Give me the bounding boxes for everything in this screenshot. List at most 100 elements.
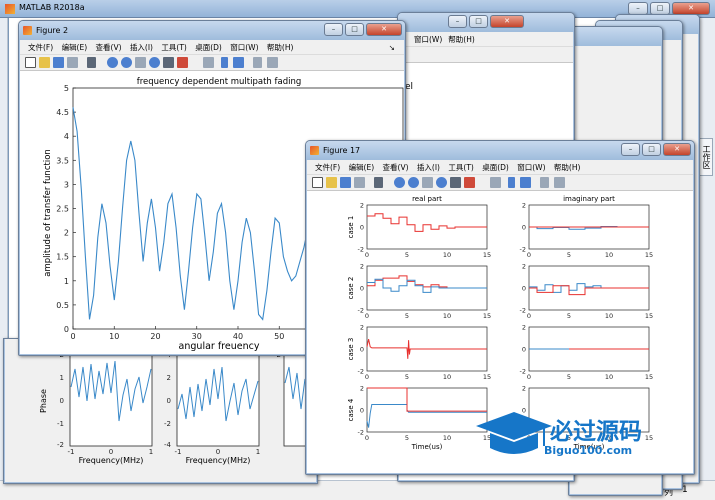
save-icon[interactable] [53, 57, 64, 68]
print-icon[interactable] [67, 57, 78, 68]
figure-17-close-button[interactable]: ✕ [663, 143, 691, 156]
subplot-3-ytick-2: 2 [360, 263, 364, 271]
subplot-6-ytick--2: -2 [520, 368, 526, 376]
fading-chart-xlabel: angular freuency [179, 341, 260, 352]
matlab-icon [5, 4, 15, 14]
fig2-menu-insert[interactable]: 插入(I) [127, 40, 156, 55]
phase-plot-1-box [69, 351, 153, 447]
phase-ytick-m1: -1 [57, 420, 64, 428]
figure-2-minimize-button[interactable]: – [324, 23, 343, 36]
fig2-menu-file[interactable]: 文件(F) [25, 40, 56, 55]
phase-xlabel-1: Frequency(MHz) [79, 456, 144, 465]
hide-plot-tools-icon[interactable] [540, 177, 549, 188]
subplot-7-ytick-2: 2 [360, 385, 364, 393]
y-tick-label-0: 0 [64, 325, 69, 334]
legend-icon[interactable] [520, 177, 531, 188]
fig2-menu-help[interactable]: 帮助(H) [264, 40, 297, 55]
show-plot-tools-icon[interactable] [554, 177, 565, 188]
data-cursor-icon[interactable] [450, 177, 461, 188]
subplot-1-xtick-15: 15 [483, 251, 491, 259]
open-file-icon[interactable] [326, 177, 337, 188]
fig17-menu-desktop[interactable]: 桌面(D) [479, 160, 512, 175]
figure-2-maximize-button[interactable]: □ [345, 23, 364, 36]
legend-icon[interactable] [233, 57, 244, 68]
subplot-3-xtick-0: 0 [365, 312, 369, 320]
subplot-6-ytick-0: 0 [522, 346, 526, 354]
new-figure-icon[interactable] [25, 57, 36, 68]
figure-17-minimize-button[interactable]: – [621, 143, 640, 156]
zoom-in-icon[interactable] [394, 177, 405, 188]
subplot-7-ylabel: case 4 [347, 398, 355, 421]
link-plot-icon[interactable] [490, 177, 501, 188]
phase-plot-1 [69, 351, 153, 447]
subplot-4-xtick-5: 5 [567, 312, 571, 320]
bg-menu-help[interactable]: 帮助(H) [445, 32, 478, 47]
select-arrow-icon[interactable] [87, 57, 96, 68]
open-file-icon[interactable] [39, 57, 50, 68]
x-tick-label-40: 40 [233, 332, 243, 341]
fig2-menu-desktop[interactable]: 桌面(D) [192, 40, 225, 55]
hide-plot-tools-icon[interactable] [253, 57, 262, 68]
zoom-in-icon[interactable] [107, 57, 118, 68]
subplot-3-ytick-0: 0 [360, 285, 364, 293]
pan-hand-icon[interactable] [135, 57, 146, 68]
brush-icon[interactable] [177, 57, 188, 68]
subplot-7-xtick-0: 0 [365, 434, 369, 442]
x-tick-label-0: 0 [70, 332, 75, 341]
subplot-3-ylabel: case 2 [347, 277, 355, 300]
figure-2-close-button[interactable]: ✕ [366, 23, 402, 36]
matlab-titlebar: MATLAB R2018a – □ ✕ [0, 0, 715, 18]
y-tick-label-3.5: 3.5 [56, 156, 69, 165]
subplot-1-xtick-5: 5 [405, 251, 409, 259]
subplot-3-xtick-15: 15 [483, 312, 491, 320]
fig2-menu-view[interactable]: 查看(V) [93, 40, 125, 55]
workspace-side-tab[interactable]: 工作区 [699, 138, 713, 176]
figure-17-maximize-button[interactable]: □ [642, 143, 661, 156]
bg-menu-window[interactable]: 窗口(W) [411, 32, 445, 47]
brush-icon[interactable] [464, 177, 475, 188]
rotate-3d-icon[interactable] [149, 57, 160, 68]
print-icon[interactable] [354, 177, 365, 188]
fig17-menu-tools[interactable]: 工具(T) [445, 160, 476, 175]
subplot-5-xtick-15: 15 [483, 373, 491, 381]
zoom-out-icon[interactable] [121, 57, 132, 68]
show-plot-tools-icon[interactable] [267, 57, 278, 68]
y-tick-label-0.5: 0.5 [56, 301, 69, 310]
colorbar-icon[interactable] [221, 57, 228, 68]
subplot-2: 0 5 10 15-202imaginary part [520, 195, 654, 259]
bg-window-maximize[interactable]: □ [469, 15, 488, 28]
bg-window-minimize[interactable]: – [448, 15, 467, 28]
subplot-5-ylabel: case 3 [347, 338, 355, 361]
fig2-menu-window[interactable]: 窗口(W) [227, 40, 261, 55]
fig17-menu-file[interactable]: 文件(F) [312, 160, 343, 175]
subplot-5-ytick--2: -2 [358, 368, 364, 376]
phase2-xtick-0: 0 [216, 448, 220, 456]
fig17-menu-insert[interactable]: 插入(I) [414, 160, 443, 175]
save-icon[interactable] [340, 177, 351, 188]
colorbar-icon[interactable] [508, 177, 515, 188]
fig17-menu-view[interactable]: 查看(V) [380, 160, 412, 175]
phase-plots-svg: Phase Frequency(MHz) Frequency(MHz) 2 1 … [39, 351, 317, 465]
matlab-title: MATLAB R2018a [19, 3, 85, 12]
select-arrow-icon[interactable] [374, 177, 383, 188]
subplot-4-ytick-2: 2 [522, 263, 526, 271]
fig17-menu-edit[interactable]: 编辑(E) [346, 160, 378, 175]
fig17-menu-help[interactable]: 帮助(H) [551, 160, 584, 175]
x-tick-label-20: 20 [150, 332, 160, 341]
phase-xtick-1: 1 [149, 448, 153, 456]
link-plot-icon[interactable] [203, 57, 214, 68]
fig17-menu-window[interactable]: 窗口(W) [514, 160, 548, 175]
subplot-4-xtick-10: 10 [605, 312, 613, 320]
fig2-menubar-dock-arrow[interactable]: ↘ [386, 40, 398, 55]
new-figure-icon[interactable] [312, 177, 323, 188]
subplot-2-xtick-0: 0 [527, 251, 531, 259]
fig2-menu-tools[interactable]: 工具(T) [158, 40, 189, 55]
watermark-brand: 必过源码 [550, 419, 642, 445]
bg-window-close[interactable]: ✕ [490, 15, 524, 28]
data-cursor-icon[interactable] [163, 57, 174, 68]
zoom-out-icon[interactable] [408, 177, 419, 188]
fig2-menu-edit[interactable]: 编辑(E) [59, 40, 91, 55]
rotate-3d-icon[interactable] [436, 177, 447, 188]
phase-figure-window[interactable]: Phase Frequency(MHz) Frequency(MHz) 2 1 … [3, 338, 318, 484]
pan-hand-icon[interactable] [422, 177, 433, 188]
